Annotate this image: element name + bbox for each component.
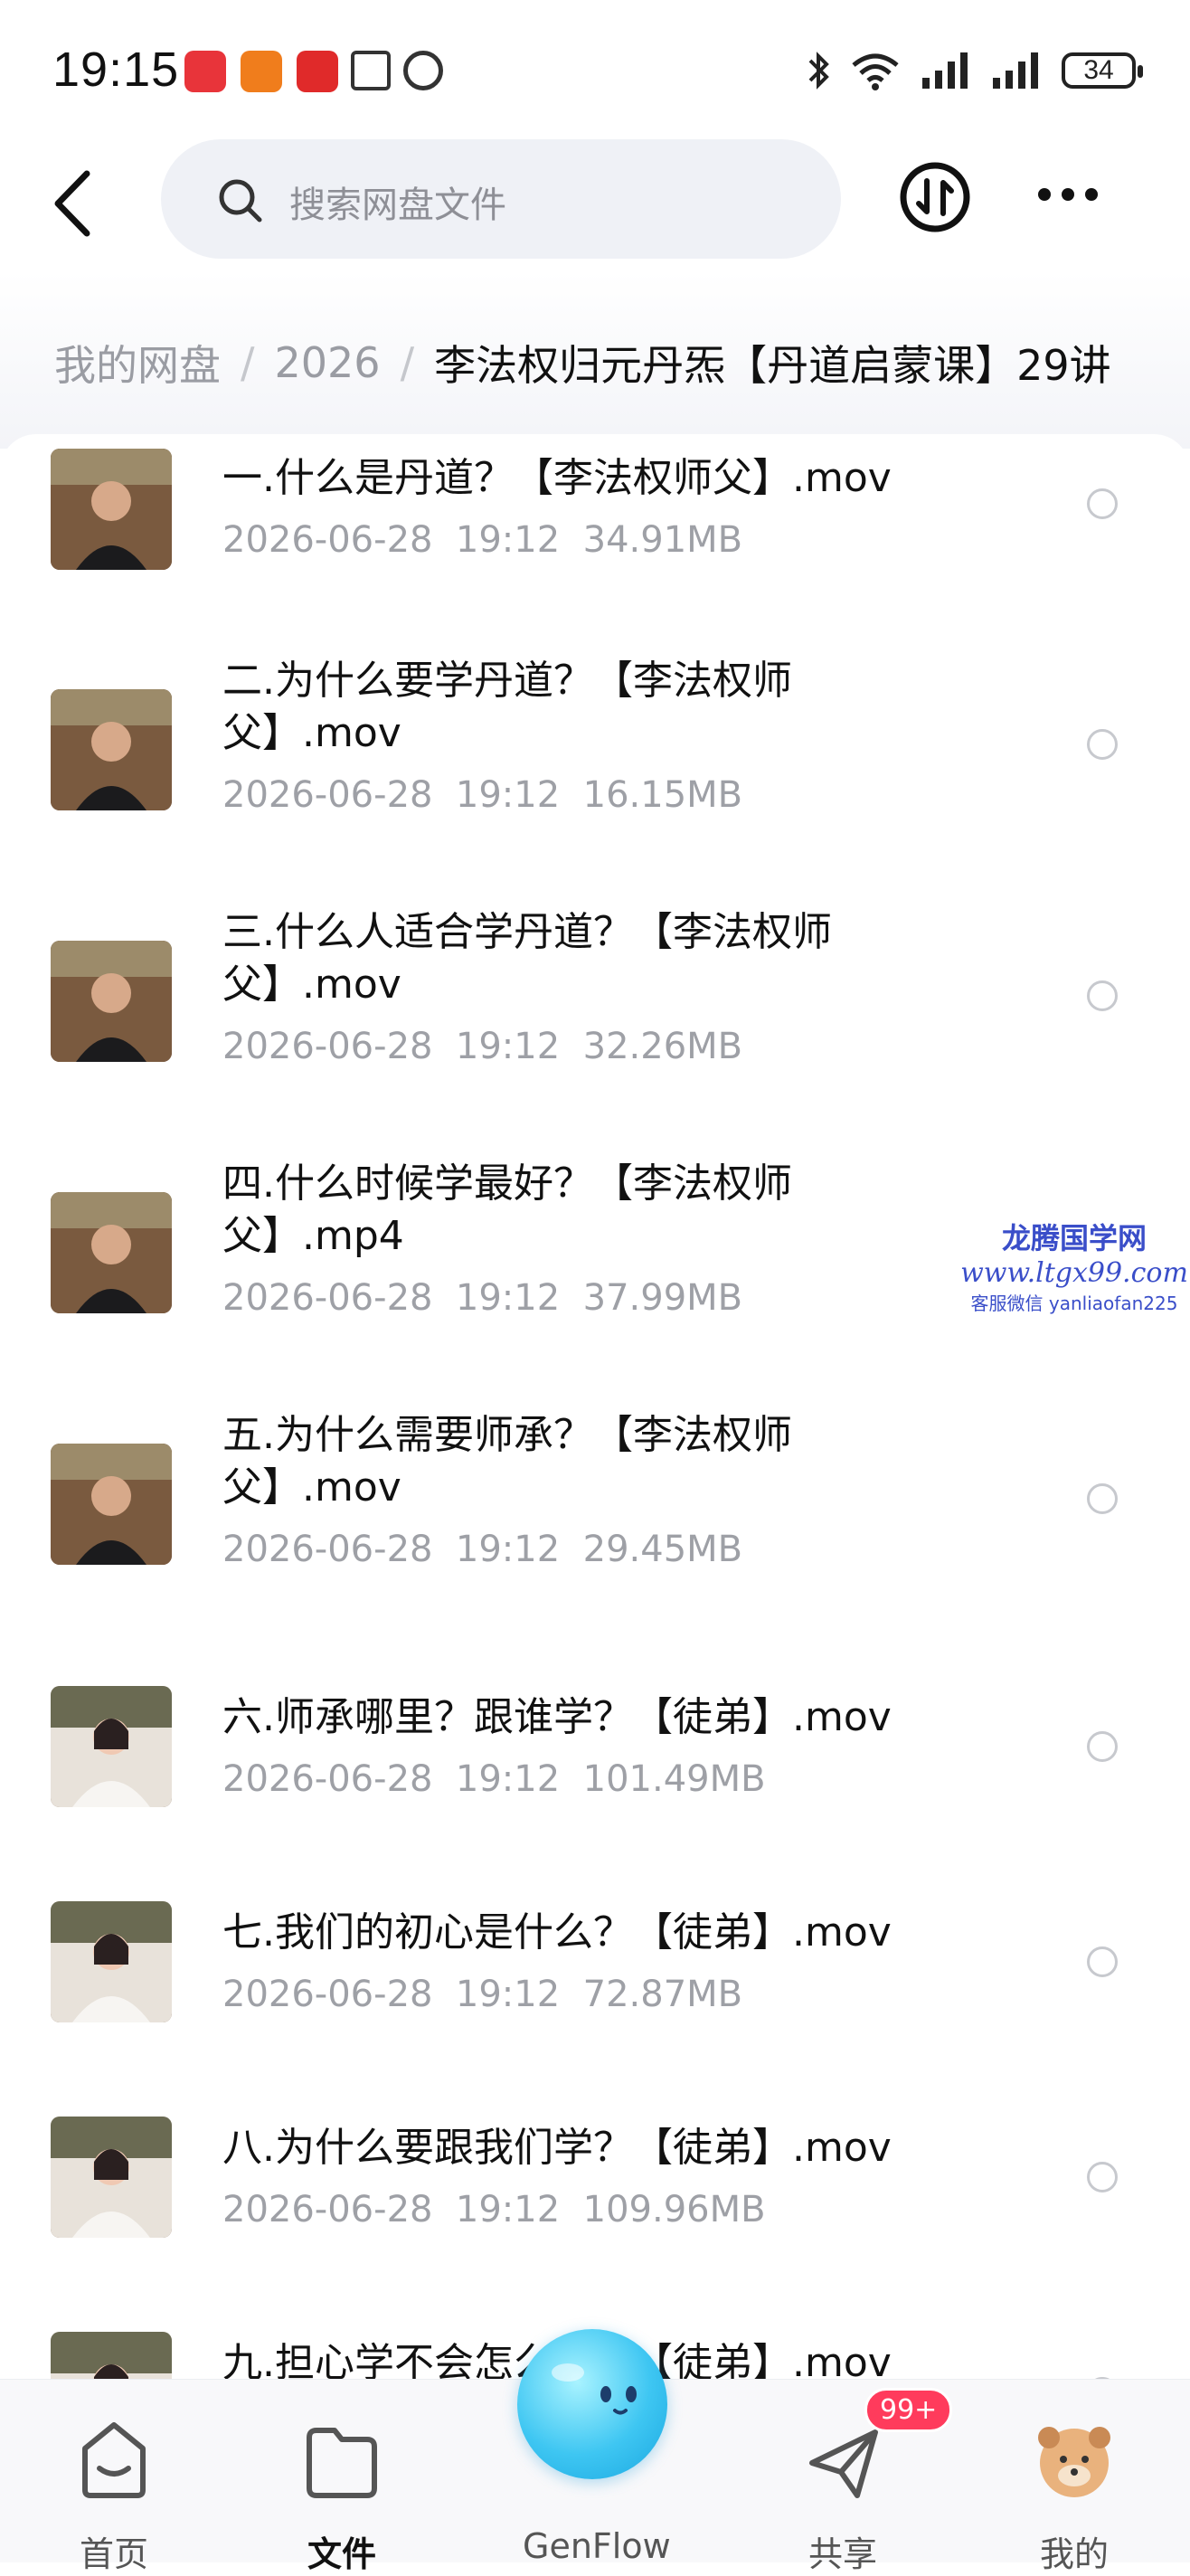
breadcrumb: 我的网盘 / 2026 / 李法权归元丹炁【丹道启蒙课】29讲 xyxy=(0,271,1190,449)
file-name: 一.什么是丹道？【李法权师父】.mov xyxy=(222,455,892,501)
video-thumbnail xyxy=(51,1686,172,1807)
huawei-app-icon xyxy=(184,51,226,92)
transfer-icon[interactable] xyxy=(899,161,971,233)
file-name: 六.师承哪里？跟谁学？【徒弟】.mov xyxy=(222,1694,892,1740)
share-badge: 99+ xyxy=(864,2388,953,2432)
watermark: 龙腾国学网 www.ltgx99.com 客服微信 yanliaofan225 xyxy=(959,1216,1190,1315)
video-thumbnail xyxy=(51,689,172,810)
file-meta: 2026-06-28 19:12 37.99MB xyxy=(222,1277,743,1319)
video-thumbnail xyxy=(51,2332,172,2379)
search-icon xyxy=(219,179,262,223)
video-thumbnail xyxy=(51,449,172,570)
tab-share-label: 共享 xyxy=(808,2534,877,2574)
tab-files[interactable]: 文件 xyxy=(269,2412,414,2574)
tab-files-label: 文件 xyxy=(307,2534,376,2574)
watermark-contact: 客服微信 yanliaofan225 xyxy=(970,1293,1178,1314)
tab-me[interactable]: 我的 xyxy=(1002,2412,1147,2574)
tab-genflow-label: GenFlow xyxy=(523,2526,671,2566)
battery-icon: 34 xyxy=(1062,52,1143,89)
file-name: 五.为什么需要师承？【李法权师父】.mov xyxy=(222,1412,792,1511)
tab-me-label: 我的 xyxy=(1039,2534,1109,2574)
list-item[interactable]: 一.什么是丹道？【李法权师父】.mov 2026-06-28 19:12 34.… xyxy=(0,434,1190,651)
status-bar: 19:15 34 xyxy=(0,0,1190,136)
breadcrumb-separator: / xyxy=(400,338,415,387)
file-meta: 2026-06-28 19:12 101.49MB xyxy=(222,1758,766,1800)
video-thumbnail xyxy=(51,941,172,1062)
nfc-icon xyxy=(351,51,391,90)
file-meta: 2026-06-28 19:12 72.87MB xyxy=(222,1974,743,2015)
genflow-button[interactable] xyxy=(517,2329,667,2479)
folder-icon xyxy=(307,2428,377,2498)
shop-app-icon xyxy=(241,51,282,92)
file-name: 四.什么时候学最好？【李法权师父】.mp4 xyxy=(222,1160,792,1259)
select-checkbox[interactable] xyxy=(1087,488,1118,519)
select-checkbox[interactable] xyxy=(1087,1731,1118,1762)
file-name: 二.为什么要学丹道？【李法权师父】.mov xyxy=(222,658,792,756)
wifi-icon xyxy=(852,53,899,90)
search-placeholder: 搜索网盘文件 xyxy=(289,185,506,226)
video-thumbnail xyxy=(51,2117,172,2238)
list-item[interactable]: 八.为什么要跟我们学？【徒弟】.mov 2026-06-28 19:12 109… xyxy=(0,2088,1190,2303)
tab-home[interactable]: 首页 xyxy=(42,2412,186,2574)
top-bar: 搜索网盘文件 xyxy=(0,136,1190,271)
select-checkbox[interactable] xyxy=(1087,1946,1118,1977)
avatar xyxy=(1038,2427,1110,2497)
alarm-icon xyxy=(403,51,443,90)
signal-icon xyxy=(922,52,968,89)
video-thumbnail xyxy=(51,1192,172,1313)
breadcrumb-current: 李法权归元丹炁【丹道启蒙课】29讲 xyxy=(434,341,1111,390)
list-item[interactable]: 三.什么人适合学丹道？【李法权师父】.mov 2026-06-28 19:12 … xyxy=(0,903,1190,1154)
file-name: 七.我们的初心是什么？【徒弟】.mov xyxy=(222,1909,892,1956)
file-meta: 2026-06-28 19:12 32.26MB xyxy=(222,1026,743,1067)
file-meta: 2026-06-28 19:12 34.91MB xyxy=(222,519,743,561)
breadcrumb-level[interactable]: 2026 xyxy=(275,338,381,387)
status-time: 19:15 xyxy=(52,43,180,97)
more-icon[interactable] xyxy=(1038,188,1101,210)
watermark-title: 龙腾国学网 xyxy=(1001,1221,1147,1255)
list-item[interactable]: 六.师承哪里？跟谁学？【徒弟】.mov 2026-06-28 19:12 101… xyxy=(0,1657,1190,1872)
file-name: 三.什么人适合学丹道？【李法权师父】.mov xyxy=(222,909,832,1008)
video-thumbnail xyxy=(51,1444,172,1565)
tab-home-label: 首页 xyxy=(79,2534,148,2574)
file-name: 八.为什么要跟我们学？【徒弟】.mov xyxy=(222,2125,892,2171)
search-input[interactable]: 搜索网盘文件 xyxy=(161,139,841,259)
select-checkbox[interactable] xyxy=(1087,729,1118,760)
file-meta: 2026-06-28 19:12 29.45MB xyxy=(222,1529,743,1570)
select-checkbox[interactable] xyxy=(1087,2162,1118,2192)
breadcrumb-separator: / xyxy=(241,338,255,387)
video-app-icon xyxy=(297,51,338,92)
file-meta: 2026-06-28 19:12 109.96MB xyxy=(222,2189,766,2230)
home-icon xyxy=(82,2422,146,2498)
select-checkbox[interactable] xyxy=(1087,1483,1118,1514)
file-list: 一.什么是丹道？【李法权师父】.mov 2026-06-28 19:12 34.… xyxy=(0,434,1190,2379)
breadcrumb-root[interactable]: 我的网盘 xyxy=(54,333,221,393)
list-item[interactable]: 五.为什么需要师承？【李法权师父】.mov 2026-06-28 19:12 2… xyxy=(0,1406,1190,1657)
signal-icon xyxy=(993,52,1038,89)
video-thumbnail xyxy=(51,1901,172,2022)
list-item[interactable]: 二.为什么要学丹道？【李法权师父】.mov 2026-06-28 19:12 1… xyxy=(0,651,1190,903)
file-meta: 2026-06-28 19:12 16.15MB xyxy=(222,774,743,816)
select-checkbox[interactable] xyxy=(1087,980,1118,1011)
watermark-url: www.ltgx99.com xyxy=(960,1257,1188,1289)
bluetooth-icon xyxy=(808,52,829,90)
genflow-face-icon xyxy=(552,2363,637,2415)
list-item[interactable]: 七.我们的初心是什么？【徒弟】.mov 2026-06-28 19:12 72.… xyxy=(0,1872,1190,2088)
back-icon[interactable] xyxy=(47,168,101,239)
